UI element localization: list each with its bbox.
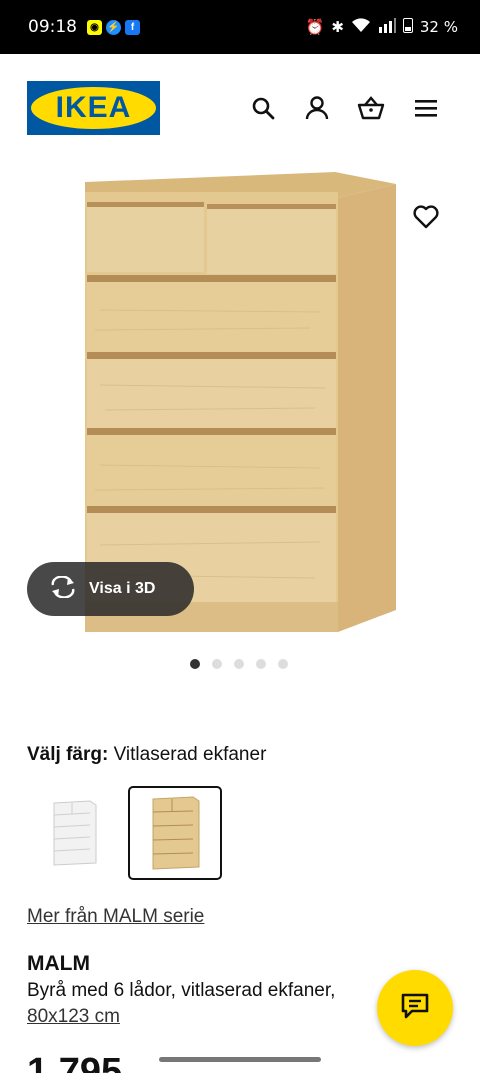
gallery-pagination	[190, 659, 288, 669]
logo-text: IKEA	[55, 91, 132, 124]
gallery-dot[interactable]	[190, 659, 200, 669]
notification-icons: ◉ ⚡ f	[87, 19, 140, 35]
battery-icon	[402, 17, 413, 37]
alarm-icon: ⏰	[305, 18, 325, 36]
cart-icon[interactable]	[357, 94, 385, 122]
messenger-icon: ⚡	[106, 19, 121, 35]
color-label: Välj färg:	[27, 744, 109, 765]
rotate-3d-icon	[49, 574, 77, 603]
series-link[interactable]: Mer från MALM serie	[27, 906, 204, 928]
signal-icon	[378, 17, 396, 37]
color-selection-label: Välj färg: Vitlaserad ekfaner	[27, 744, 266, 766]
product-description: Byrå med 6 lådor, vitlaserad ekfaner,	[27, 980, 336, 1001]
favorite-heart-icon[interactable]	[412, 204, 440, 232]
gallery-dot[interactable]	[256, 659, 266, 669]
search-icon[interactable]	[249, 94, 277, 122]
gallery-dot[interactable]	[278, 659, 288, 669]
product-size-link[interactable]: 80x123 cm	[27, 1006, 120, 1028]
account-icon[interactable]	[303, 94, 331, 122]
battery-level: 32 %	[419, 18, 458, 36]
status-time: 09:18	[28, 17, 77, 37]
system-status: ⏰ ✱ 32 %	[306, 17, 458, 37]
bluetooth-icon: ✱	[331, 18, 344, 36]
product-name: MALM	[27, 952, 90, 975]
snapchat-icon: ◉	[87, 19, 102, 35]
color-swatch-white[interactable]	[27, 786, 121, 880]
status-bar: 09:18 ◉ ⚡ f ⏰ ✱ 32 %	[0, 0, 480, 54]
chat-icon	[400, 992, 430, 1025]
ikea-logo[interactable]: IKEA	[27, 81, 160, 135]
view-in-3d-label: Visa i 3D	[89, 580, 156, 597]
chat-button[interactable]	[377, 970, 453, 1046]
product-price: 1 795	[27, 1051, 123, 1073]
selected-color-value: Vitlaserad ekfaner	[113, 744, 267, 765]
gesture-home-bar[interactable]	[159, 1057, 321, 1062]
color-swatch-oak[interactable]	[128, 786, 222, 880]
view-in-3d-button[interactable]: Visa i 3D	[27, 562, 194, 616]
gallery-dot[interactable]	[234, 659, 244, 669]
facebook-icon: f	[125, 19, 140, 35]
menu-icon[interactable]	[412, 94, 440, 122]
gallery-dot[interactable]	[212, 659, 222, 669]
wifi-icon	[351, 17, 371, 37]
